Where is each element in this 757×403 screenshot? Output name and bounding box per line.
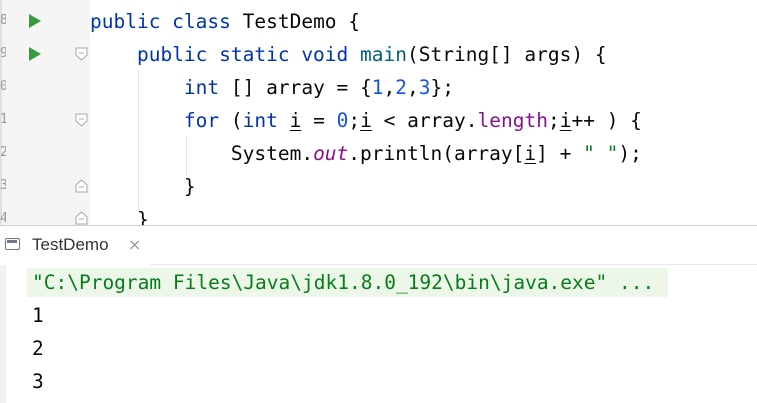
console-output[interactable]: "C:\Program Files\Java\jdk1.8.0_192\bin\… [0, 265, 757, 403]
fold-close-icon[interactable] [75, 179, 88, 193]
fold-open-icon[interactable] [75, 113, 88, 127]
code-token: i [360, 109, 372, 132]
code-token: ; [348, 109, 361, 132]
code-token: " " [583, 142, 619, 165]
code-token: (String[] args) { [407, 43, 607, 66]
fold-open-icon[interactable] [75, 47, 88, 61]
console-output-line: 3 [32, 370, 44, 393]
code-token: System. [90, 142, 314, 165]
editor-gutter: 8 9 0 1 2 3 4 [0, 0, 90, 225]
code-token: i [289, 109, 302, 132]
code-editor[interactable]: 8 9 0 1 2 3 4 public class TestDemo {pu… [0, 0, 757, 225]
code-line[interactable]: } [90, 203, 149, 225]
code-token: ] + [536, 142, 584, 165]
line-number: 2 [0, 146, 6, 160]
code-line[interactable]: public static void main(String[] args) { [90, 38, 607, 71]
code-token: ; [547, 109, 560, 132]
code-token: 2 [395, 76, 408, 99]
code-line[interactable]: for (int i = 0;i < array.length;i++ ) { [90, 104, 642, 137]
code-token: 0 [336, 109, 349, 132]
code-token: 1 [371, 76, 384, 99]
line-number: 9 [0, 47, 6, 61]
code-token: length [477, 109, 548, 132]
code-token: < array. [371, 109, 478, 132]
code-token: ( [219, 109, 243, 132]
code-token: for [183, 109, 220, 132]
console-window-icon [5, 238, 20, 250]
tab-testdemo[interactable]: TestDemo × [0, 226, 150, 265]
line-number: 3 [0, 179, 6, 193]
code-line[interactable]: System.out.println(array[i] + " "); [90, 137, 642, 170]
code-token: public class [90, 10, 243, 33]
code-token: 3 [418, 76, 431, 99]
code-token: TestDemo { [242, 10, 361, 33]
line-number: 0 [0, 80, 6, 94]
console-command-line: "C:\Program Files\Java\jdk1.8.0_192\bin\… [32, 271, 655, 294]
line-number: 4 [0, 212, 6, 225]
code-token: out [313, 142, 349, 165]
line-number: 1 [0, 113, 6, 127]
code-token: i [524, 142, 537, 165]
run-class-icon[interactable] [29, 14, 41, 28]
code-token: } [90, 175, 196, 198]
code-token: ); [618, 142, 642, 165]
console-gutter [0, 265, 6, 403]
code-token: ++ ) { [571, 109, 642, 132]
fold-close-icon[interactable] [75, 211, 88, 225]
tab-label: TestDemo [32, 235, 109, 254]
code-line[interactable]: public class TestDemo { [90, 5, 360, 38]
line-number: 8 [0, 14, 6, 28]
code-token: , [383, 76, 396, 99]
code-line[interactable]: int [] array = {1,2,3}; [90, 71, 454, 104]
console-output-line: 2 [32, 337, 44, 360]
code-token: , [407, 76, 419, 99]
code-token: [] array = { [219, 76, 372, 99]
code-token: = [301, 109, 337, 132]
code-token: int [242, 109, 278, 132]
run-main-icon[interactable] [29, 47, 41, 61]
code-token: i [559, 109, 572, 132]
code-token: .println(array[ [348, 142, 525, 165]
code-token: public static void [90, 43, 361, 66]
run-tab-bar: TestDemo × [0, 225, 757, 265]
run-tool-window: TestDemo × "C:\Program Files\Java\jdk1.8… [0, 225, 757, 403]
console-output-line: 1 [32, 304, 44, 327]
code-token: } [90, 208, 149, 225]
close-icon[interactable]: × [128, 235, 141, 255]
code-token: }; [430, 76, 455, 99]
code-line[interactable]: } [90, 170, 196, 203]
code-token: main [360, 43, 407, 66]
code-token: int [183, 76, 220, 99]
